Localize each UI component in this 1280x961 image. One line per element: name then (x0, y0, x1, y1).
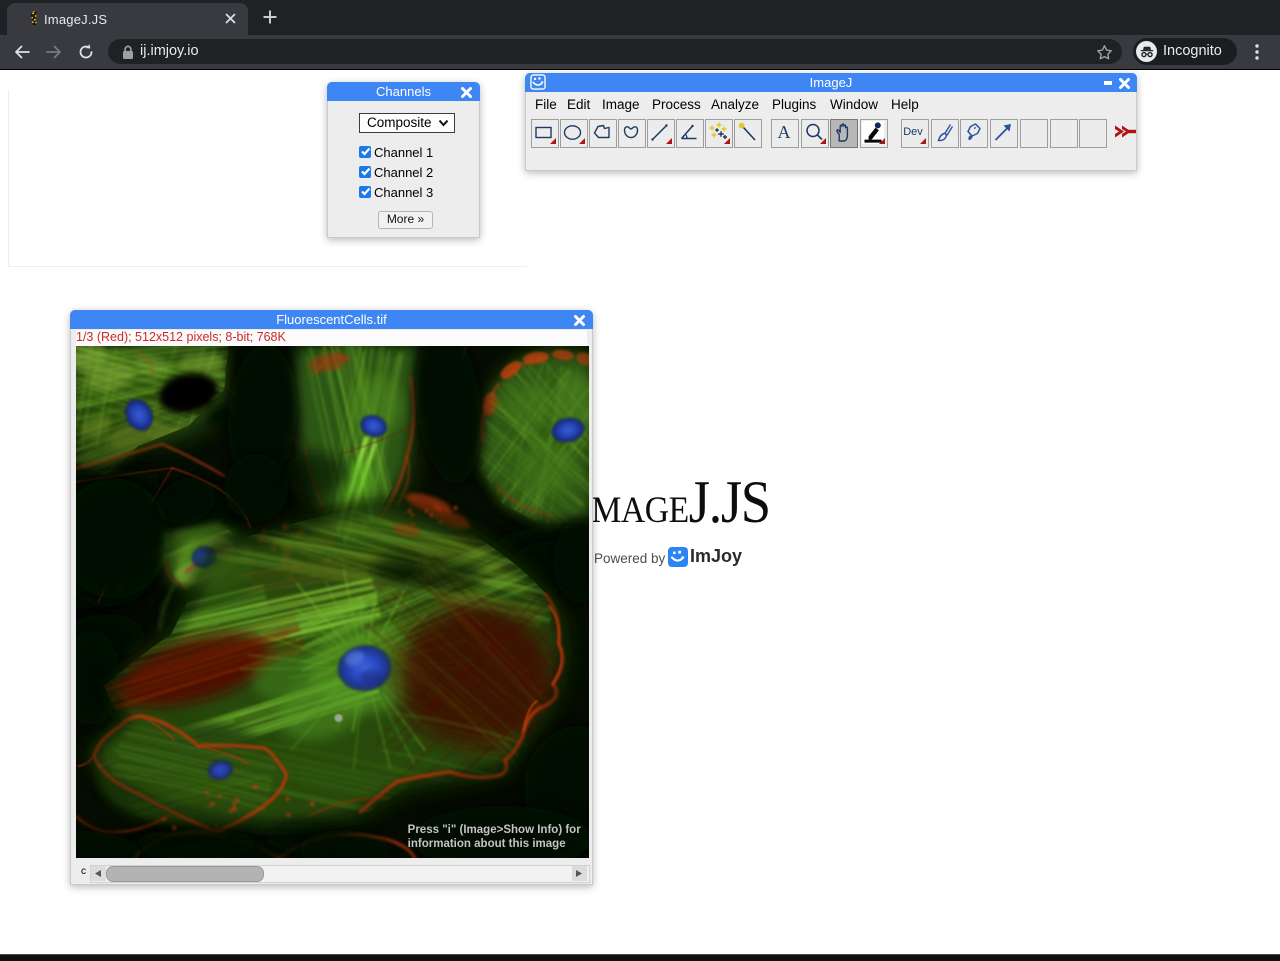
svg-text:Dev: Dev (903, 126, 923, 138)
svg-text:A: A (778, 122, 791, 142)
svg-text:information about this image: information about this image (408, 838, 566, 850)
svg-text:Press "i" (Image>Show Info) fo: Press "i" (Image>Show Info) for (408, 824, 582, 836)
